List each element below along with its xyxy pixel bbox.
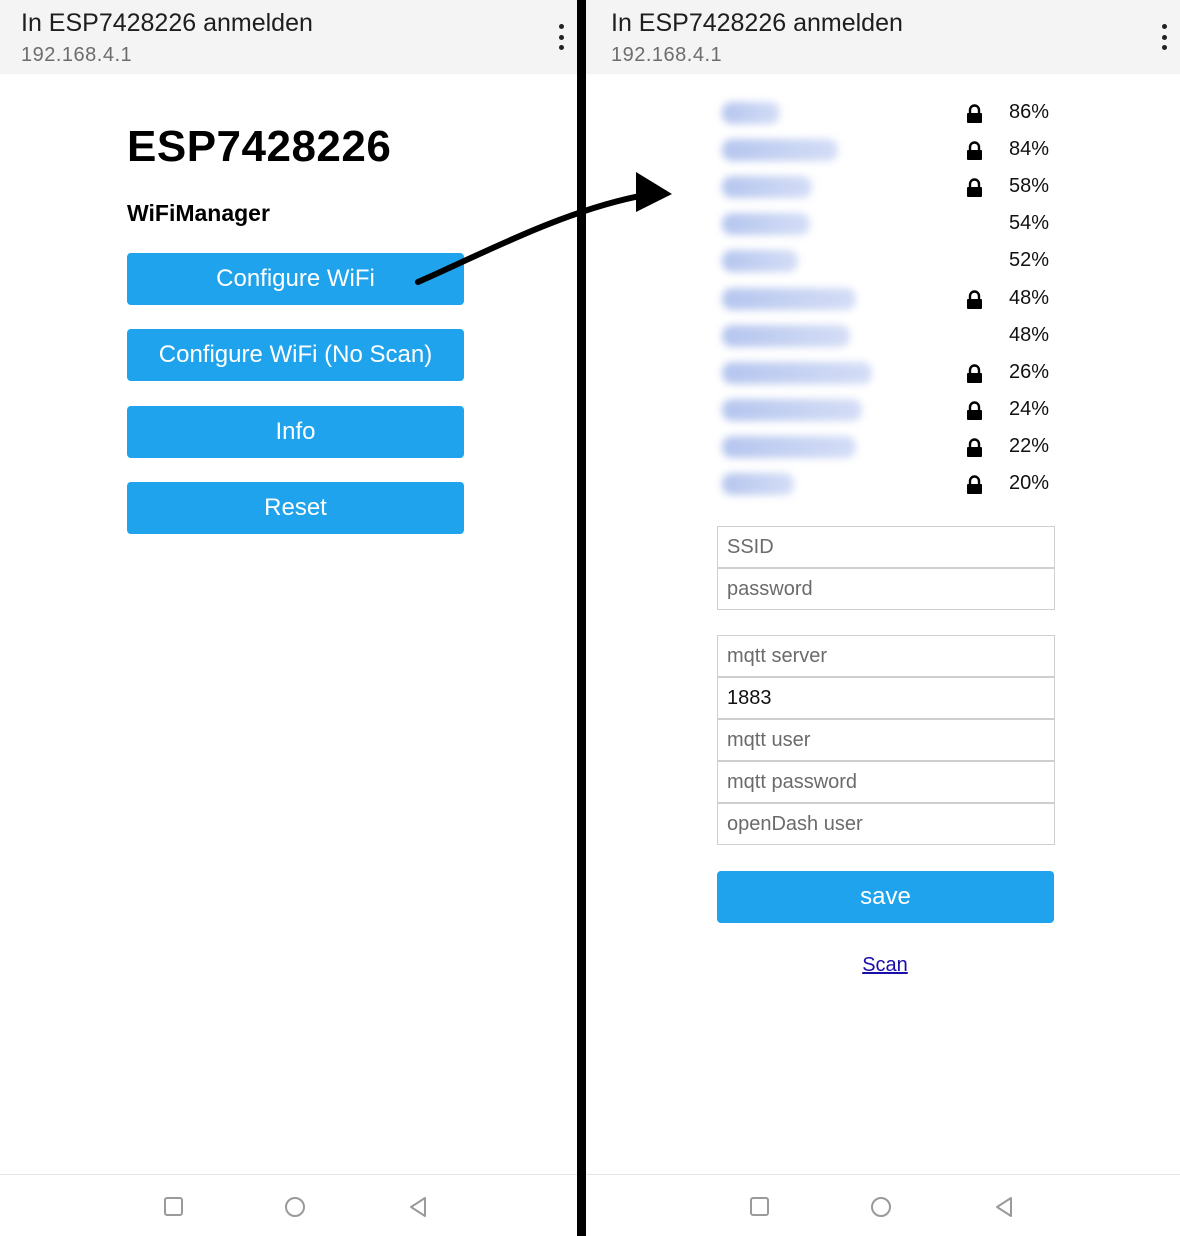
scan-link[interactable]: Scan: [586, 954, 1180, 977]
lock-icon: [966, 141, 983, 161]
lock-icon: [966, 364, 983, 384]
network-row[interactable]: 20%: [586, 466, 1180, 503]
system-nav-bar: [586, 1174, 1180, 1236]
browser-topbar: In ESP7428226 anmelden 192.168.4.1: [0, 0, 577, 74]
network-quality: 54%: [1009, 212, 1050, 235]
mqtt-server-field[interactable]: [717, 635, 1055, 677]
ssid-field[interactable]: [717, 526, 1055, 568]
network-ssid-link[interactable]: [722, 473, 794, 495]
network-ssid-link[interactable]: [722, 250, 798, 273]
mqtt-password-field[interactable]: [717, 761, 1055, 803]
network-row[interactable]: 52%: [586, 243, 1180, 280]
lock-icon: [966, 104, 983, 124]
network-row[interactable]: 48%: [586, 318, 1180, 355]
network-quality: 58%: [1009, 175, 1050, 198]
screenshot-divider: [577, 0, 586, 1236]
lock-icon: [966, 289, 983, 310]
network-row[interactable]: 26%: [586, 355, 1180, 392]
network-row[interactable]: 24%: [586, 392, 1180, 429]
network-row[interactable]: 86%: [586, 95, 1180, 132]
network-ssid-link[interactable]: [722, 176, 812, 199]
nav-square-icon[interactable]: [748, 1195, 772, 1219]
reset-button[interactable]: Reset: [127, 482, 464, 534]
lock-icon: [966, 178, 983, 198]
network-quality: 86%: [1009, 101, 1050, 123]
network-ssid-link[interactable]: [722, 361, 872, 384]
browser-topbar: In ESP7428226 anmelden 192.168.4.1: [586, 0, 1180, 74]
mqtt-port-field[interactable]: [717, 677, 1055, 719]
topbar-title: In ESP7428226 anmelden: [21, 9, 313, 37]
network-quality: 22%: [1009, 434, 1050, 457]
network-quality: 48%: [1009, 323, 1050, 346]
network-quality: 48%: [1009, 286, 1050, 309]
lock-icon: [966, 401, 983, 421]
mqtt-user-field[interactable]: [717, 719, 1055, 761]
opendash-user-field[interactable]: [717, 803, 1055, 845]
left-screen: In ESP7428226 anmelden 192.168.4.1 ESP74…: [0, 0, 577, 1236]
more-vert-icon[interactable]: [555, 24, 567, 50]
network-row[interactable]: 58%: [586, 169, 1180, 206]
page-subtitle: WiFiManager: [127, 200, 270, 226]
nav-back-icon[interactable]: [992, 1195, 1016, 1219]
network-ssid-link[interactable]: [722, 435, 856, 458]
network-ssid-link[interactable]: [722, 213, 810, 236]
network-quality: 24%: [1009, 397, 1050, 420]
network-quality: 52%: [1009, 249, 1050, 272]
more-vert-icon[interactable]: [1158, 24, 1170, 50]
save-button[interactable]: save: [717, 871, 1054, 923]
password-field[interactable]: [717, 568, 1055, 610]
nav-home-icon[interactable]: [869, 1195, 893, 1219]
lock-icon: [966, 475, 983, 495]
network-ssid-link[interactable]: [722, 102, 780, 124]
network-ssid-link[interactable]: [722, 398, 862, 421]
topbar-url: 192.168.4.1: [611, 44, 723, 66]
topbar-url: 192.168.4.1: [21, 44, 133, 66]
topbar-title: In ESP7428226 anmelden: [611, 9, 903, 37]
configure-wifi-button[interactable]: Configure WiFi: [127, 253, 464, 305]
network-ssid-link[interactable]: [722, 324, 850, 347]
nav-home-icon[interactable]: [283, 1195, 307, 1219]
network-row[interactable]: 22%: [586, 429, 1180, 466]
network-quality: 84%: [1009, 138, 1050, 161]
right-screen: In ESP7428226 anmelden 192.168.4.1 86% 84…: [586, 0, 1180, 1236]
info-button[interactable]: Info: [127, 406, 464, 458]
network-quality: 20%: [1009, 472, 1050, 494]
network-row[interactable]: 84%: [586, 132, 1180, 169]
nav-back-icon[interactable]: [406, 1195, 430, 1219]
nav-square-icon[interactable]: [162, 1195, 186, 1219]
network-ssid-link[interactable]: [722, 139, 838, 162]
network-row[interactable]: 54%: [586, 206, 1180, 243]
page-title: ESP7428226: [127, 122, 392, 171]
configure-wifi-no-scan-button[interactable]: Configure WiFi (No Scan): [127, 329, 464, 381]
network-ssid-link[interactable]: [722, 287, 856, 310]
lock-icon: [966, 438, 983, 458]
network-row[interactable]: 48%: [586, 281, 1180, 318]
network-quality: 26%: [1009, 360, 1050, 383]
system-nav-bar: [0, 1174, 577, 1236]
